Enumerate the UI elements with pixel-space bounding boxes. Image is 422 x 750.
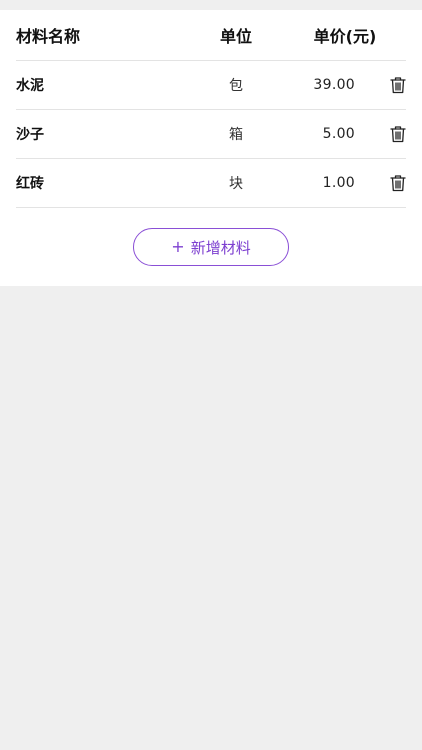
- add-material-button[interactable]: + 新增材料: [133, 228, 289, 266]
- delete-row-button[interactable]: [388, 61, 408, 109]
- delete-row-button[interactable]: [388, 159, 408, 207]
- material-unit: 包: [229, 78, 243, 94]
- material-price: 5.00: [322, 126, 355, 142]
- add-material-label: 新增材料: [190, 238, 251, 257]
- trash-icon[interactable]: [390, 174, 406, 192]
- table-row: 沙子 箱 5.00: [16, 110, 406, 159]
- plus-icon: +: [171, 237, 185, 256]
- table-header: 材料名称 单位 单价(元): [16, 10, 406, 61]
- materials-card: 材料名称 单位 单价(元) 水泥 包 39.00 沙子 箱 5.00 红砖 块 …: [0, 10, 422, 286]
- header-unit: 单位: [219, 27, 252, 46]
- header-material-name: 材料名称: [16, 27, 81, 46]
- material-unit: 块: [229, 176, 243, 192]
- table-row: 水泥 包 39.00: [16, 61, 406, 110]
- material-price: 39.00: [313, 77, 355, 93]
- table-row: 红砖 块 1.00: [16, 159, 406, 208]
- material-name: 红砖: [16, 176, 44, 192]
- material-unit: 箱: [229, 127, 243, 143]
- material-price: 1.00: [322, 175, 355, 191]
- material-name: 沙子: [16, 127, 44, 143]
- header-unit-price: 单价(元): [313, 27, 377, 46]
- trash-icon[interactable]: [390, 125, 406, 143]
- material-name: 水泥: [16, 78, 44, 94]
- materials-table: 材料名称 单位 单价(元) 水泥 包 39.00 沙子 箱 5.00 红砖 块 …: [16, 10, 406, 208]
- delete-row-button[interactable]: [388, 110, 408, 158]
- trash-icon[interactable]: [390, 76, 406, 94]
